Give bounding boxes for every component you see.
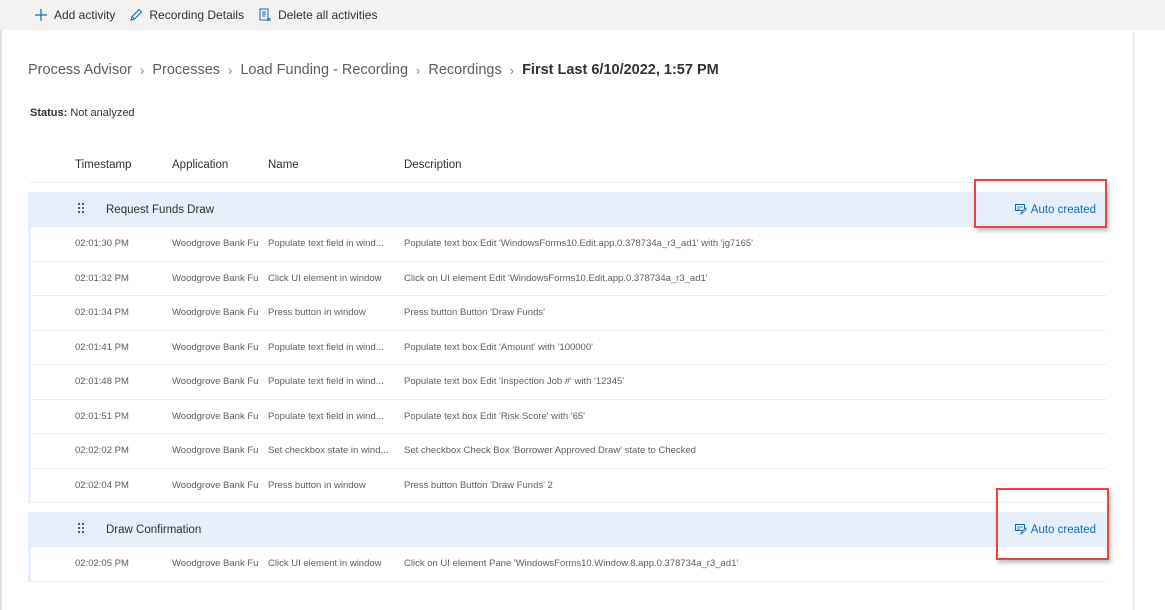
- activity-group-request-funds-draw: Request Funds Draw Auto created 02:01:30…: [28, 192, 1106, 503]
- cell-name: Populate text field in wind...: [268, 376, 384, 387]
- table-row[interactable]: 02:02:05 PM Woodgrove Bank Fu Click UI ele…: [31, 547, 1106, 582]
- cell-timestamp: 02:02:02 PM: [75, 445, 129, 456]
- activity-group-draw-confirmation: Draw Confirmation Auto created 02:02:05 …: [28, 512, 1106, 582]
- right-pane-divider: [1133, 30, 1134, 610]
- table-row[interactable]: 02:01:34 PM Woodgrove Bank Fu Press button…: [31, 296, 1106, 331]
- delete-all-activities-button[interactable]: Delete all activities: [258, 8, 377, 22]
- cell-description: Click on UI element Edit 'WindowsForms10…: [404, 272, 708, 284]
- cell-description: Populate text box Edit 'WindowsForms10.E…: [404, 238, 753, 249]
- cell-timestamp: 02:01:32 PM: [75, 272, 129, 284]
- column-header-application[interactable]: Application: [172, 159, 228, 171]
- column-header-name[interactable]: Name: [268, 159, 299, 171]
- breadcrumb-processes[interactable]: Processes: [152, 62, 220, 78]
- drag-handle-icon[interactable]: [78, 523, 86, 533]
- status-value: Not analyzed: [70, 107, 135, 119]
- cell-name: Press button in window: [268, 307, 366, 318]
- cell-application: Woodgrove Bank Fu: [172, 445, 259, 456]
- cell-application: Woodgrove Bank Fu: [172, 558, 259, 569]
- cell-name: Populate text field in wind...: [268, 238, 384, 249]
- table-row[interactable]: 02:01:30 PM Woodgrove Bank Fu Populate tex…: [31, 227, 1106, 262]
- recording-details-label: Recording Details: [149, 8, 245, 22]
- drag-handle-icon[interactable]: [78, 203, 86, 213]
- chevron-right-icon: ›: [139, 62, 145, 78]
- cell-name: Press button in window: [268, 479, 366, 491]
- group-rows: 02:01:30 PM Woodgrove Bank Fu Populate tex…: [28, 227, 1106, 503]
- pencil-icon: [129, 8, 143, 22]
- breadcrumb: Process Advisor › Processes › Load Fundi…: [28, 62, 719, 78]
- cell-timestamp: 02:01:41 PM: [75, 341, 129, 353]
- delete-all-label: Delete all activities: [278, 8, 378, 22]
- cell-timestamp: 02:01:34 PM: [75, 307, 129, 318]
- chevron-right-icon: ›: [228, 62, 233, 78]
- status-line: Status: Not analyzed: [30, 107, 135, 119]
- column-header-timestamp[interactable]: Timestamp: [75, 159, 131, 171]
- group-header[interactable]: Request Funds Draw Auto created: [28, 192, 1106, 227]
- group-rows: 02:02:05 PM Woodgrove Bank Fu Click UI ele…: [28, 547, 1106, 582]
- chevron-right-icon: ›: [416, 62, 421, 78]
- cell-name: Populate text field in wind...: [268, 410, 384, 422]
- table-row[interactable]: 02:01:51 PM Woodgrove Bank Fu Populate tex…: [31, 399, 1106, 434]
- chevron-right-icon: ›: [509, 62, 515, 78]
- status-label: Status:: [30, 107, 68, 119]
- auto-created-label: Auto created: [1030, 203, 1096, 216]
- recording-details-button[interactable]: Recording Details: [129, 8, 244, 22]
- auto-created-icon: [1014, 524, 1027, 535]
- table-row[interactable]: 02:02:04 PM Woodgrove Bank Fu Press button…: [31, 468, 1106, 503]
- cell-description: Press button Button 'Draw Funds': [404, 307, 545, 318]
- cell-name: Click UI element in window: [268, 558, 382, 569]
- cell-name: Click UI element in window: [268, 272, 382, 284]
- cell-description: Click on UI element Pane 'WindowsForms10…: [404, 558, 739, 569]
- cell-timestamp: 02:01:51 PM: [75, 410, 129, 422]
- cell-timestamp: 02:01:30 PM: [75, 238, 129, 249]
- breadcrumb-process-advisor[interactable]: Process Advisor: [28, 62, 132, 78]
- command-bar: Add activity Recording Details Delete al…: [0, 0, 1165, 30]
- auto-created-label: Auto created: [1030, 523, 1096, 536]
- auto-created-icon: [1014, 204, 1027, 215]
- cell-application: Woodgrove Bank Fu: [172, 272, 259, 284]
- group-header[interactable]: Draw Confirmation Auto created: [28, 512, 1106, 547]
- cell-description: Populate text box Edit 'Inspection Job #…: [404, 376, 625, 387]
- delete-list-icon: [258, 8, 272, 22]
- cell-application: Woodgrove Bank Fu: [172, 307, 259, 318]
- cell-description: Set checkbox Check Box 'Borrower Approve…: [404, 445, 696, 456]
- breadcrumb-load-funding-recording[interactable]: Load Funding - Recording: [240, 62, 408, 78]
- cell-application: Woodgrove Bank Fu: [172, 376, 259, 387]
- cell-timestamp: 02:02:05 PM: [75, 558, 129, 569]
- cell-name: Set checkbox state in wind...: [268, 445, 389, 456]
- cell-application: Woodgrove Bank Fu: [172, 410, 259, 422]
- breadcrumb-current-recording: First Last 6/10/2022, 1:57 PM: [522, 62, 719, 78]
- group-title: Request Funds Draw: [106, 203, 215, 216]
- cell-description: Press button Button 'Draw Funds' 2: [404, 479, 553, 491]
- auto-created-badge[interactable]: Auto created: [1014, 523, 1096, 536]
- cell-application: Woodgrove Bank Fu: [172, 341, 259, 353]
- cell-timestamp: 02:02:04 PM: [75, 479, 129, 491]
- cell-application: Woodgrove Bank Fu: [172, 238, 259, 249]
- cell-description: Populate text box Edit 'Amount' with '10…: [404, 341, 593, 353]
- cell-name: Populate text field in wind...: [268, 341, 384, 353]
- cell-description: Populate text box Edit 'Risk Score' with…: [404, 410, 585, 422]
- auto-created-badge[interactable]: Auto created: [1014, 203, 1096, 216]
- table-header: Timestamp Application Name Description: [30, 150, 1106, 183]
- add-activity-label: Add activity: [54, 8, 116, 22]
- group-title: Draw Confirmation: [106, 523, 202, 536]
- table-row[interactable]: 02:01:41 PM Woodgrove Bank Fu Populate tex…: [31, 330, 1106, 365]
- left-border: [0, 30, 2, 610]
- table-row[interactable]: 02:02:02 PM Woodgrove Bank Fu Set checkbox…: [31, 434, 1106, 469]
- column-header-description[interactable]: Description: [404, 159, 462, 171]
- cell-application: Woodgrove Bank Fu: [172, 479, 259, 491]
- add-activity-button[interactable]: Add activity: [34, 8, 115, 22]
- plus-icon: [34, 8, 48, 22]
- breadcrumb-recordings[interactable]: Recordings: [428, 62, 501, 78]
- cell-timestamp: 02:01:48 PM: [75, 376, 129, 387]
- table-row[interactable]: 02:01:32 PM Woodgrove Bank Fu Click UI ele…: [31, 261, 1106, 296]
- table-row[interactable]: 02:01:48 PM Woodgrove Bank Fu Populate tex…: [31, 365, 1106, 400]
